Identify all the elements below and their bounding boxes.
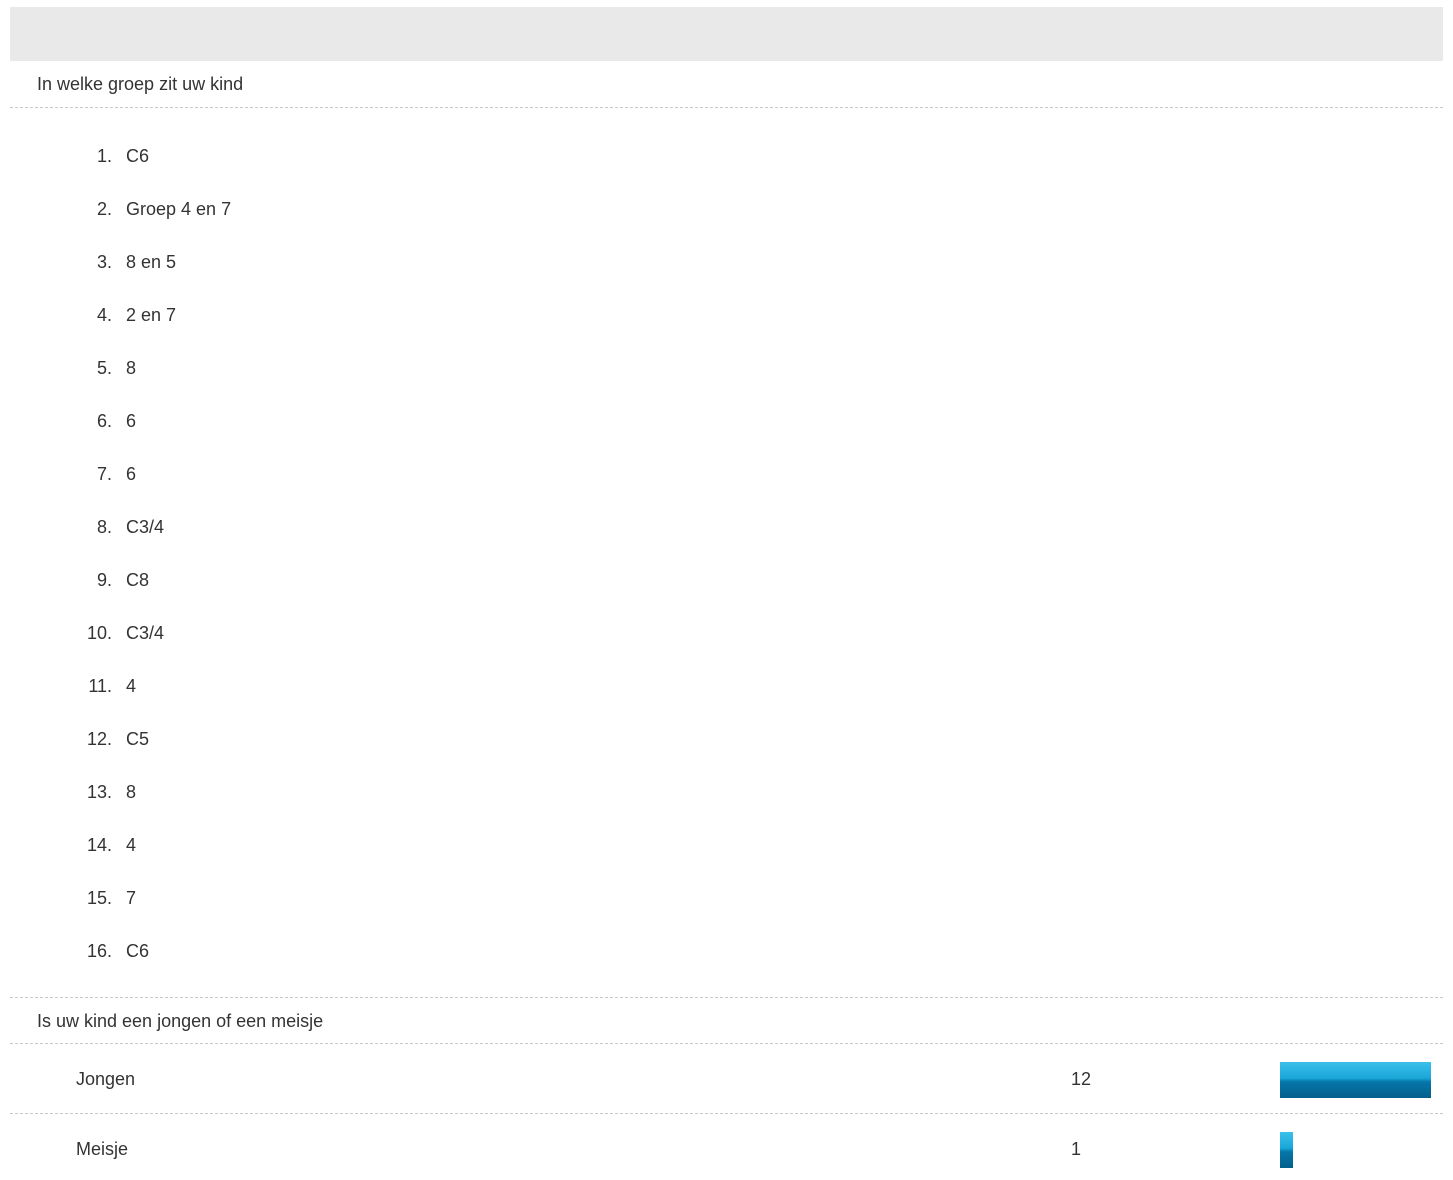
answer-list-item: 13. 8 [10, 766, 1443, 819]
answer-number: 9. [96, 570, 112, 590]
choice-count: 1 [1071, 1139, 1082, 1159]
choice-bar [1280, 1062, 1431, 1098]
choice-label: Meisje [76, 1139, 129, 1159]
answer-text: C6 [126, 941, 150, 961]
answer-text: 2 en 7 [126, 305, 177, 325]
answer-list-item: 4. 2 en 7 [10, 289, 1443, 342]
answer-text: 4 [126, 835, 137, 855]
answer-list-item: 10. C3/4 [10, 607, 1443, 660]
answer-list-item: 7. 6 [10, 448, 1443, 501]
choice-bar-track [1280, 1062, 1431, 1098]
answer-list-item: 1. C6 [10, 130, 1443, 183]
answer-number: 2. [96, 199, 112, 219]
answer-text: C3/4 [126, 623, 165, 643]
answer-text: 8 [126, 358, 137, 378]
choice-bar [1280, 1132, 1293, 1168]
answer-list-item: 6. 6 [10, 395, 1443, 448]
question-title-group: In welke groep zit uw kind [10, 61, 1443, 108]
answer-list-item: 14. 4 [10, 819, 1443, 872]
choice-count: 12 [1071, 1069, 1092, 1089]
answer-list-item: 8. C3/4 [10, 501, 1443, 554]
answer-number: 5. [96, 358, 112, 378]
answer-list-item: 9. C8 [10, 554, 1443, 607]
question-title-gender: Is uw kind een jongen of een meisje [10, 997, 1443, 1044]
answer-number: 8. [96, 517, 112, 537]
survey-results-page: In welke groep zit uw kind 1. C6 2. Groep 4… [0, 0, 1453, 1180]
answer-number: 3. [96, 252, 112, 272]
answer-number: 11. [88, 676, 112, 696]
choice-list: Jongen 12 Meisje 1 [10, 1044, 1443, 1180]
answer-number: 1. [96, 146, 112, 166]
answer-text: C5 [126, 729, 150, 749]
answer-text: 6 [126, 411, 137, 431]
answer-number: 15. [86, 888, 112, 908]
choice-row-jongen: Jongen 12 [10, 1044, 1443, 1114]
header-band [10, 7, 1443, 61]
answer-text: 6 [126, 464, 137, 484]
answer-list: 1. C6 2. Groep 4 en 7 3. 8 en 5 4. 2 en 7 5. 8 6. 6… [10, 108, 1443, 997]
answer-list-item: 11. 4 [10, 660, 1443, 713]
answer-list-item: 16. C6 [10, 925, 1443, 978]
answer-list-item: 5. 8 [10, 342, 1443, 395]
answer-number: 6. [96, 411, 112, 431]
answer-list-item: 15. 7 [10, 872, 1443, 925]
answer-number: 4. [96, 305, 112, 325]
choice-row-meisje: Meisje 1 [10, 1114, 1443, 1180]
answer-text: C8 [126, 570, 150, 590]
answer-number: 16. [86, 941, 112, 961]
choice-bar-track [1280, 1132, 1431, 1168]
answer-text: C3/4 [126, 517, 165, 537]
answer-list-item: 12. C5 [10, 713, 1443, 766]
answer-number: 14. [86, 835, 112, 855]
answer-text: C6 [126, 146, 150, 166]
answer-number: 12. [86, 729, 112, 749]
answer-number: 13. [86, 782, 112, 802]
answer-text: 4 [126, 676, 137, 696]
answer-text: 8 en 5 [126, 252, 177, 272]
choice-label: Jongen [76, 1069, 136, 1089]
answer-number: 7. [96, 464, 112, 484]
answer-list-item: 3. 8 en 5 [10, 236, 1443, 289]
answer-text: Groep 4 en 7 [126, 199, 232, 219]
answer-list-item: 2. Groep 4 en 7 [10, 183, 1443, 236]
answer-number: 10. [86, 623, 112, 643]
answer-text: 8 [126, 782, 137, 802]
answer-text: 7 [126, 888, 137, 908]
